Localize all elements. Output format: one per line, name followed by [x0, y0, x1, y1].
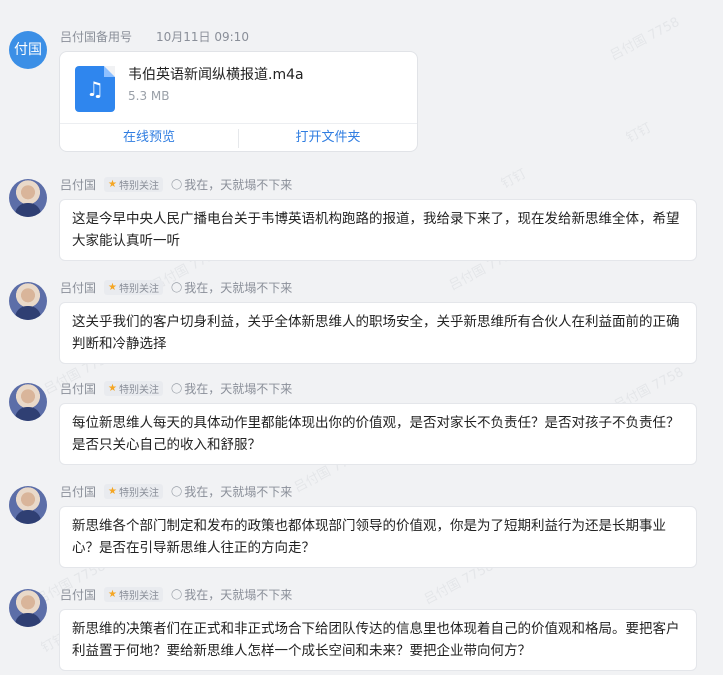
message-text: 吕付国 ★ 特别关注 ◯ 我在，天就塌不下来 每位新思维人每天的具体动作里都能体现出…	[0, 379, 723, 465]
message-bubble[interactable]: 每位新思维人每天的具体动作里都能体现出你的价值观，是否对家长不负责任？是否对孩子…	[59, 403, 697, 465]
chat-bubble-icon: ◯	[170, 588, 183, 600]
status-signature: ◯ 我在，天就塌不下来	[171, 483, 292, 500]
message-meta: 吕付国 ★ 特别关注 ◯ 我在，天就塌不下来	[60, 585, 292, 603]
signature-text: 我在，天就塌不下来	[184, 177, 293, 192]
status-signature: ◯ 我在，天就塌不下来	[171, 176, 292, 193]
message-bubble[interactable]: 新思维的决策者们在正式和非正式场合下给团队传达的信息里也体现着自己的价值观和格局…	[59, 609, 697, 671]
message-meta: 吕付国 ★ 特别关注 ◯ 我在，天就塌不下来	[60, 482, 292, 500]
avatar[interactable]	[9, 179, 47, 217]
signature-text: 我在，天就塌不下来	[184, 587, 293, 602]
message-text: 吕付国 ★ 特别关注 ◯ 我在，天就塌不下来 新思维各个部门制定和发布的政策也都体现…	[0, 482, 723, 568]
file-size: 5.3 MB	[128, 89, 170, 103]
signature-text: 我在，天就塌不下来	[184, 381, 293, 396]
chat-bubble-icon: ◯	[170, 382, 183, 394]
sender-name[interactable]: 吕付国	[60, 380, 96, 397]
signature-text: 我在，天就塌不下来	[184, 280, 293, 295]
preview-button[interactable]: 在线预览	[60, 124, 238, 153]
sender-name[interactable]: 吕付国	[60, 483, 96, 500]
file-card[interactable]: ♫ 韦伯英语新闻纵横报道.m4a 5.3 MB 在线预览 打开文件夹	[59, 51, 418, 152]
message-file: 付国 吕付国备用号 10月11日 09:10 ♫ 韦伯英语新闻纵横报道.m4a …	[0, 27, 723, 157]
avatar[interactable]	[9, 282, 47, 320]
message-time: 10月11日 09:10	[156, 29, 249, 44]
message-bubble[interactable]: 这关乎我们的客户切身利益，关乎全体新思维人的职场安全，关乎新思维所有合伙人在利益…	[59, 302, 697, 364]
star-icon: ★	[108, 178, 117, 190]
status-signature: ◯ 我在，天就塌不下来	[171, 586, 292, 603]
badge-label: 特别关注	[118, 180, 159, 192]
music-note-icon: ♫	[86, 77, 104, 101]
message-meta: 吕付国 ★ 特别关注 ◯ 我在，天就塌不下来	[60, 278, 292, 296]
special-follow-badge: ★ 特别关注	[104, 380, 163, 396]
sender-name[interactable]: 吕付国备用号	[60, 28, 132, 45]
special-follow-badge: ★ 特别关注	[104, 279, 163, 295]
badge-label: 特别关注	[118, 384, 159, 396]
badge-label: 特别关注	[118, 487, 159, 499]
status-signature: ◯ 我在，天就塌不下来	[171, 380, 292, 397]
message-meta: 吕付国备用号 10月11日 09:10	[60, 27, 249, 45]
message-text: 吕付国 ★ 特别关注 ◯ 我在，天就塌不下来 这是今早中央人民广播电台关于韦博英语机…	[0, 175, 723, 261]
star-icon: ★	[108, 382, 117, 394]
signature-text: 我在，天就塌不下来	[184, 484, 293, 499]
badge-label: 特别关注	[118, 283, 159, 295]
sender-name[interactable]: 吕付国	[60, 586, 96, 603]
special-follow-badge: ★ 特别关注	[104, 483, 163, 499]
status-signature: ◯ 我在，天就塌不下来	[171, 279, 292, 296]
special-follow-badge: ★ 特别关注	[104, 586, 163, 602]
avatar[interactable]	[9, 383, 47, 421]
audio-file-icon: ♫	[75, 66, 115, 112]
avatar[interactable]: 付国	[9, 31, 47, 69]
open-folder-button[interactable]: 打开文件夹	[239, 124, 417, 153]
sender-name[interactable]: 吕付国	[60, 279, 96, 296]
chat-bubble-icon: ◯	[170, 178, 183, 190]
message-bubble[interactable]: 这是今早中央人民广播电台关于韦博英语机构跑路的报道，我给录下来了，现在发给新思维…	[59, 199, 697, 261]
chat-bubble-icon: ◯	[170, 485, 183, 497]
chat-bubble-icon: ◯	[170, 281, 183, 293]
message-meta: 吕付国 ★ 特别关注 ◯ 我在，天就塌不下来	[60, 379, 292, 397]
star-icon: ★	[108, 281, 117, 293]
file-name: 韦伯英语新闻纵横报道.m4a	[128, 67, 304, 83]
sender-name[interactable]: 吕付国	[60, 176, 96, 193]
avatar[interactable]	[9, 589, 47, 627]
avatar[interactable]	[9, 486, 47, 524]
star-icon: ★	[108, 485, 117, 497]
message-meta: 吕付国 ★ 特别关注 ◯ 我在，天就塌不下来	[60, 175, 292, 193]
star-icon: ★	[108, 588, 117, 600]
file-actions: 在线预览 打开文件夹	[60, 123, 417, 153]
badge-label: 特别关注	[118, 590, 159, 602]
message-text: 吕付国 ★ 特别关注 ◯ 我在，天就塌不下来 这关乎我们的客户切身利益，关乎全体新思…	[0, 278, 723, 364]
message-text: 吕付国 ★ 特别关注 ◯ 我在，天就塌不下来 新思维的决策者们在正式和非正式场合下给…	[0, 585, 723, 671]
message-bubble[interactable]: 新思维各个部门制定和发布的政策也都体现部门领导的价值观，你是为了短期利益行为还是…	[59, 506, 697, 568]
special-follow-badge: ★ 特别关注	[104, 176, 163, 192]
